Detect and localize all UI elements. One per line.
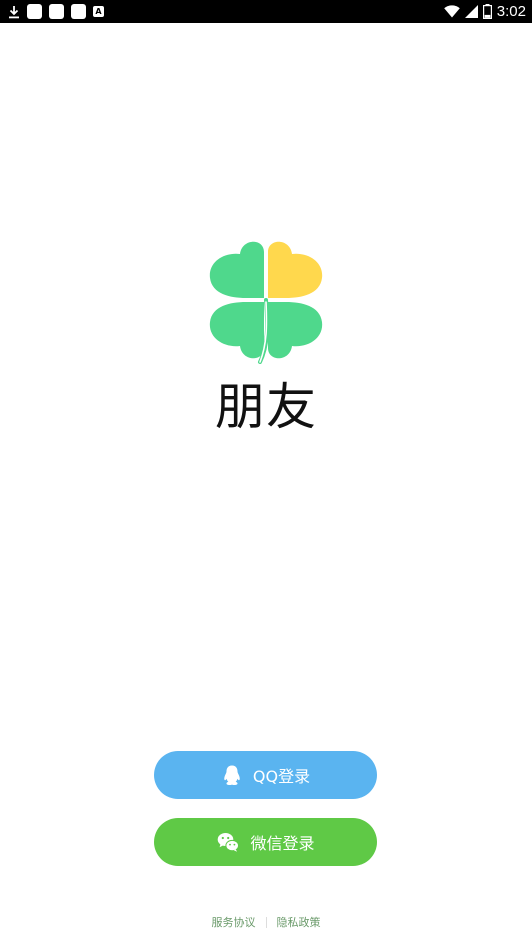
app-notification-icon xyxy=(27,4,42,19)
qq-login-label: QQ登录 xyxy=(252,767,311,786)
app-logo-clover-icon xyxy=(209,241,323,364)
app-notification-icon xyxy=(49,4,64,19)
qq-login-button[interactable]: QQ登录 xyxy=(154,751,377,799)
clock: 3:02 xyxy=(496,3,526,20)
footer-links: 服务协议 隐私政策 xyxy=(0,913,532,931)
wechat-icon xyxy=(218,833,240,852)
footer-divider xyxy=(265,916,267,928)
battery-icon xyxy=(482,4,492,19)
app-notification-icon xyxy=(71,4,86,19)
notification-icons: A xyxy=(8,3,104,20)
app-name: 朋友 xyxy=(215,378,317,436)
cell-signal-icon xyxy=(464,5,478,18)
privacy-policy-link[interactable]: 隐私政策 xyxy=(277,914,321,930)
terms-of-service-link[interactable]: 服务协议 xyxy=(212,914,256,930)
a-notification-icon: A xyxy=(93,6,104,17)
download-icon xyxy=(9,5,19,18)
wifi-icon xyxy=(443,5,460,18)
qq-penguin-icon xyxy=(224,765,240,785)
status-bar: A 3:02 xyxy=(0,0,532,23)
wechat-login-button[interactable]: 微信登录 xyxy=(154,818,377,866)
wechat-login-label: 微信登录 xyxy=(250,834,315,853)
